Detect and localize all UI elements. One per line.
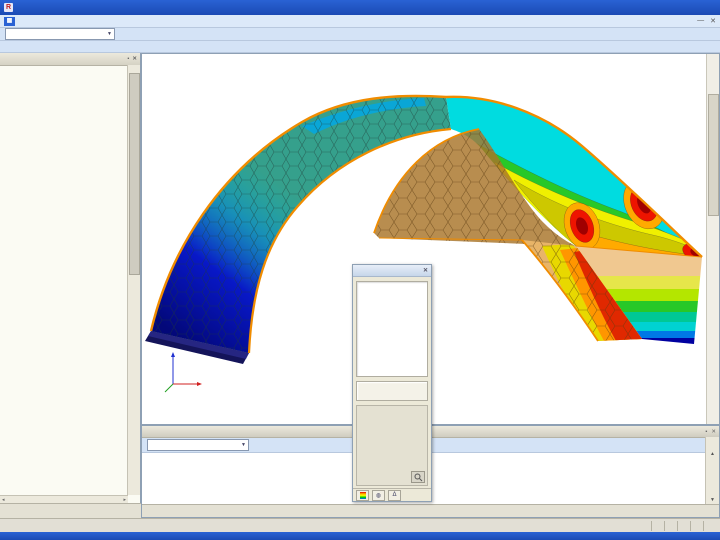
mdi-minimize-button[interactable]: —: [697, 17, 704, 25]
scroll-right-icon[interactable]: ▸: [123, 497, 126, 503]
menu-bar: ▦ — ✕: [0, 15, 720, 28]
navigator-close-icon[interactable]: ✕: [132, 56, 137, 62]
load-case-combo[interactable]: ▼: [5, 28, 115, 40]
status-plane: [664, 520, 677, 531]
mdi-close-button[interactable]: ✕: [710, 17, 716, 25]
table-tabs: [142, 504, 719, 517]
status-y: [690, 520, 703, 531]
project-navigator-pane: ▪ ✕ ◂ ▸: [0, 53, 141, 518]
panel-title-bar[interactable]: ✕: [353, 265, 431, 277]
display-factors-tab[interactable]: ◍: [372, 489, 385, 501]
toolbar-standard: ▼: [0, 28, 720, 41]
rfem-application-window: { "window": { "title": "RFEM 5.24.01 x64…: [0, 0, 720, 540]
results-panel[interactable]: ✕ ◍ Δ: [352, 264, 432, 502]
table-combo-dropdown-icon: ▼: [241, 442, 246, 448]
panel-zoom-button[interactable]: [411, 471, 425, 483]
color-scale-tab[interactable]: [356, 489, 369, 501]
color-legend: [356, 281, 428, 377]
scroll-left-icon[interactable]: ◂: [2, 497, 5, 503]
navigator-tabs: [0, 503, 141, 518]
combo-dropdown-icon: ▼: [107, 31, 112, 37]
table-pin-icon[interactable]: ▪: [705, 429, 707, 435]
table-case-combo[interactable]: ▼: [147, 439, 249, 451]
status-bar: [0, 518, 720, 532]
app-icon: R: [4, 3, 13, 12]
document-icon: ▦: [4, 16, 15, 26]
filter-tab[interactable]: Δ: [388, 489, 401, 501]
table-close-icon[interactable]: ✕: [711, 429, 716, 435]
title-bar: R: [0, 0, 720, 15]
status-x: [677, 520, 690, 531]
viewport-scrollbar[interactable]: [706, 54, 719, 424]
maxmin-box: [356, 381, 428, 401]
panel-tabs: ◍ Δ: [353, 488, 431, 501]
pin-icon[interactable]: ▪: [127, 56, 129, 62]
toolbar-insert: [0, 41, 720, 53]
navigator-scrollbar[interactable]: [127, 65, 140, 495]
window-bottom-frame: [0, 532, 720, 540]
table-scrollbar[interactable]: ▲ ▼: [705, 437, 719, 504]
panel-options-area: [356, 405, 428, 486]
navigator-hscrollbar[interactable]: ◂ ▸: [0, 495, 128, 503]
results-tree: [0, 65, 128, 495]
panel-close-icon[interactable]: ✕: [423, 267, 428, 274]
status-z: [703, 520, 716, 531]
status-cs: [651, 520, 664, 531]
coordinate-axes-icon: [164, 352, 202, 393]
